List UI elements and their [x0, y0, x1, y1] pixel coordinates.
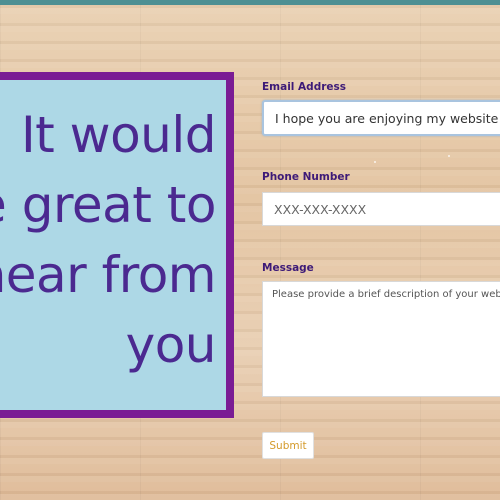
quote-line-4: you [125, 316, 217, 374]
background-speck [448, 155, 450, 157]
message-label: Message [262, 262, 314, 274]
email-label: Email Address [262, 81, 347, 93]
phone-label: Phone Number [262, 171, 350, 183]
quote-line-2: be great to [0, 176, 217, 234]
phone-field[interactable] [262, 192, 500, 226]
background-speck [374, 161, 376, 163]
message-field[interactable] [262, 281, 500, 397]
quote-line-1: It would [20, 106, 217, 164]
top-accent-bar [0, 0, 500, 5]
quote-line-3: hear from [0, 246, 217, 304]
email-field[interactable] [262, 100, 500, 136]
submit-button[interactable]: Submit [262, 432, 314, 459]
contact-quote-panel: It would be great to hear from you [0, 72, 234, 418]
contact-quote: It would be great to hear from you [0, 100, 217, 380]
